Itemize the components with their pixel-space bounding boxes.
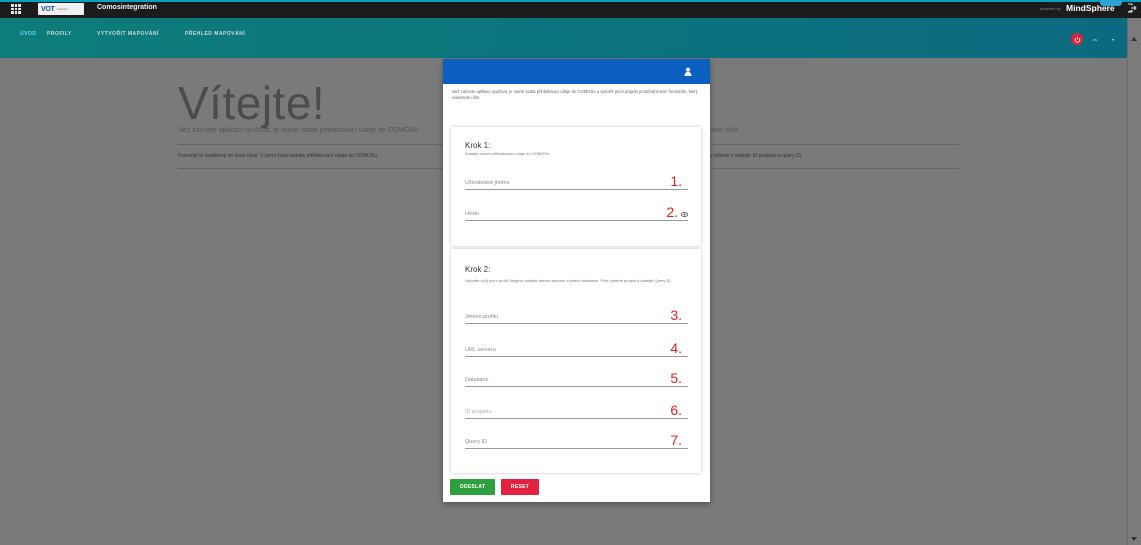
brand-name: MindSphere bbox=[1066, 3, 1115, 13]
step2-card: Krok 2: Vytvořte svůj první profil. Nejp… bbox=[451, 249, 701, 473]
password-field[interactable]: 2. bbox=[465, 204, 688, 221]
username-field[interactable]: 1. bbox=[465, 173, 688, 190]
server-url-field[interactable]: 4. bbox=[465, 340, 688, 357]
step2-subtitle: Vytvořte svůj první profil. Nejprve zade… bbox=[465, 278, 672, 283]
step1-title: Krok 1: bbox=[465, 141, 491, 150]
step-number-annotation: 3. bbox=[670, 307, 682, 323]
profile-name-field[interactable]: 3. bbox=[465, 307, 688, 324]
query-id-field[interactable]: 7. bbox=[465, 432, 688, 449]
app-title: Comosintegration bbox=[97, 4, 157, 11]
company-logo: VOT software bbox=[38, 3, 84, 15]
eye-icon[interactable] bbox=[681, 212, 688, 217]
logo-text: VOT bbox=[41, 5, 55, 13]
language-selector[interactable]: cs bbox=[1093, 37, 1097, 42]
page-scrollbar[interactable] bbox=[1127, 18, 1141, 545]
setup-modal: Než začnete aplikaci využívat, je nutné … bbox=[443, 59, 710, 502]
step-number-annotation: 1. bbox=[670, 173, 682, 189]
form-info-right: a vyberte z zadejte ID projektu a query … bbox=[709, 153, 803, 159]
chevron-down-icon[interactable]: ▾ bbox=[1112, 37, 1114, 42]
power-icon[interactable] bbox=[1071, 33, 1083, 45]
top-bar: VOT software Comosintegration powered by… bbox=[0, 0, 1141, 18]
tab-prehled-mapovani[interactable]: PŘEHLED MAPOVÁNÍ bbox=[185, 31, 245, 37]
project-id-input[interactable] bbox=[465, 409, 665, 415]
top-accent-line bbox=[0, 0, 1141, 2]
step1-card: Krok 1: Zadejte prosím přihlašovací údaj… bbox=[451, 127, 701, 246]
intro-text-right: nete níže. bbox=[709, 127, 740, 134]
powered-by-label: powered by bbox=[1040, 6, 1061, 11]
logo-subtext: software bbox=[56, 7, 68, 11]
tab-uvod[interactable]: ÚVOD bbox=[20, 31, 36, 37]
intro-text-left: Než začnete aplikaci využívat, je nutné … bbox=[178, 127, 419, 134]
username-input[interactable] bbox=[465, 180, 665, 186]
app-launcher-grid-icon[interactable] bbox=[11, 4, 21, 14]
scroll-up-icon[interactable] bbox=[1131, 37, 1137, 41]
modal-description: Než začnete aplikaci využívat, je nutné … bbox=[452, 89, 698, 100]
step1-subtitle: Zadejte prosím přihlašovací údaje do COM… bbox=[465, 151, 550, 156]
step-number-annotation: 4. bbox=[670, 340, 682, 356]
database-field[interactable]: 5. bbox=[465, 370, 688, 387]
project-id-field[interactable]: 6. bbox=[465, 402, 688, 419]
reset-button[interactable]: RESET bbox=[501, 479, 539, 495]
database-input[interactable] bbox=[465, 377, 665, 383]
server-url-input[interactable] bbox=[465, 347, 665, 353]
tab-vytvorit-mapovani[interactable]: VYTVOŘIT MAPOVÁNÍ bbox=[97, 31, 159, 37]
tab-profily[interactable]: PROFILY bbox=[47, 31, 72, 37]
step-number-annotation: 5. bbox=[670, 370, 682, 386]
profile-name-input[interactable] bbox=[465, 314, 665, 320]
user-icon bbox=[684, 67, 692, 76]
submit-button[interactable]: ODESLAT bbox=[450, 479, 495, 495]
step2-title: Krok 2: bbox=[465, 265, 491, 274]
form-info-left: Formulář je rozdělený do dvou částí. V p… bbox=[178, 153, 377, 159]
page-heading: Vítejte! bbox=[178, 77, 326, 129]
scroll-down-icon[interactable] bbox=[1131, 537, 1137, 541]
password-input[interactable] bbox=[465, 211, 665, 217]
logout-icon[interactable] bbox=[1127, 3, 1137, 13]
query-id-input[interactable] bbox=[465, 439, 665, 445]
modal-header bbox=[443, 59, 710, 84]
step-number-annotation: 7. bbox=[670, 432, 682, 448]
step-number-annotation: 2. bbox=[666, 204, 678, 220]
nav-bar: ÚVOD PROFILY VYTVOŘIT MAPOVÁNÍ PŘEHLED M… bbox=[0, 18, 1127, 58]
step-number-annotation: 6. bbox=[670, 402, 682, 418]
